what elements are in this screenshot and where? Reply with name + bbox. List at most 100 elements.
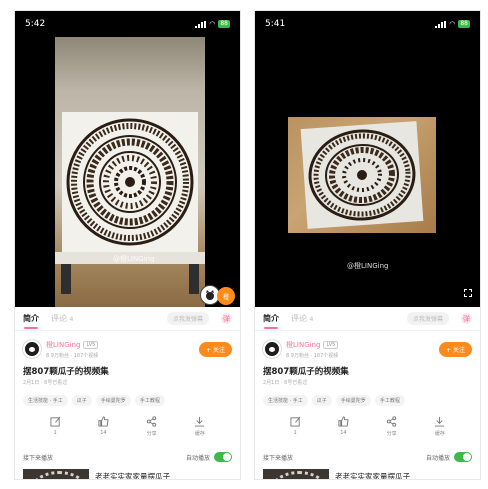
recommended-item[interactable]: 老老实实家家量摆瓜子 (23, 469, 240, 480)
tag-chip[interactable]: 生活技能 · 手工 (23, 395, 68, 406)
uploader-name[interactable]: 橙LINGing (286, 340, 320, 350)
uploader-row: 橙LINGing LV5 8.9万粉丝 · 187个视频 + 关注 (23, 338, 232, 360)
danmaku-input[interactable]: 点我发弹幕 (166, 312, 209, 325)
download-icon (195, 416, 205, 427)
share-edit-button[interactable]: 1 (50, 416, 61, 437)
recommended-thumbnail (263, 469, 329, 479)
tag-chip[interactable]: 手工教程 (134, 395, 165, 406)
signal-icon (195, 20, 207, 28)
detail-tabs: 简介 评论 4 点我发弹幕 弹 (15, 307, 240, 331)
uploader-stats: 8.9万粉丝 · 187个视频 (46, 352, 99, 359)
recommended-title: 老老实实家家量摆瓜子 (95, 472, 170, 480)
video-watermark: @橙LINGing (113, 255, 155, 263)
like-icon (98, 416, 109, 427)
tag-chip[interactable]: 瓜子 (71, 395, 92, 406)
comments-count: 4 (309, 316, 314, 323)
tab-comments[interactable]: 评论 4 (291, 313, 313, 324)
float-badge[interactable]: 橙 (217, 287, 235, 305)
autoplay-control: 自动播放 (426, 452, 472, 462)
avatar[interactable] (23, 340, 41, 358)
action-label: 1 (53, 430, 57, 436)
action-label: 1 (293, 430, 297, 436)
next-up-label: 接下来播放 (263, 454, 294, 462)
uploader-name[interactable]: 橙LINGing (46, 340, 80, 350)
mandala-image (66, 118, 194, 246)
detail-tabs: 简介 评论 4 点我发弹幕 弹 (255, 307, 480, 331)
share-edit-button[interactable]: 1 (290, 416, 301, 437)
fullscreen-icon[interactable] (463, 288, 473, 298)
tag-chip[interactable]: 瓜子 (311, 395, 332, 406)
video-player[interactable]: @橙LINGing 橙 (15, 37, 240, 307)
mandala-drawing (62, 112, 198, 252)
avatar[interactable] (263, 340, 281, 358)
download-button[interactable]: 缓存 (434, 416, 445, 437)
uploader-name-row: 橙LINGing LV5 (46, 340, 194, 350)
video-player[interactable]: @橙LINGing (255, 37, 480, 307)
autoplay-toggle[interactable] (214, 452, 232, 462)
action-label: 分享 (386, 431, 397, 437)
video-meta: 2月1日 · 6号已看过 (263, 380, 308, 386)
battery-icon: 88 (458, 20, 470, 28)
share-button[interactable]: 分享 (386, 416, 397, 437)
tag-chip[interactable]: 手工教程 (374, 395, 405, 406)
share-icon (146, 416, 157, 427)
video-meta: 2月1日 · 6号已看过 (23, 380, 68, 386)
stool-leg (61, 264, 71, 294)
autoplay-toggle[interactable] (454, 452, 472, 462)
uploader-stats: 8.9万粉丝 · 187个视频 (286, 352, 339, 359)
tag-list: 生活技能 · 手工 瓜子 手绘曼陀罗 手工教程 (263, 395, 472, 406)
status-bar: 5:41 ◠ 88 (255, 11, 480, 37)
tab-intro[interactable]: 简介 (263, 313, 279, 329)
danmaku-input[interactable]: 点我发弹幕 (406, 312, 449, 325)
tab-intro[interactable]: 简介 (23, 313, 39, 329)
mandala-image (308, 129, 416, 221)
tag-chip[interactable]: 生活技能 · 手工 (263, 395, 308, 406)
follow-button[interactable]: + 关注 (439, 341, 472, 357)
status-bar: 5:42 ◠ 88 (15, 11, 240, 37)
autoplay-row: 接下来播放 自动播放 (23, 452, 232, 462)
autoplay-label: 自动播放 (425, 454, 450, 462)
action-label: 缓存 (194, 431, 205, 437)
status-time: 5:41 (265, 19, 286, 29)
video-title: 摆807颗瓜子的视频集 (263, 367, 349, 377)
danmaku-toggle-icon[interactable]: 弹 (461, 313, 472, 324)
tab-comments[interactable]: 评论 4 (51, 313, 73, 324)
share-icon (386, 416, 397, 427)
share-button[interactable]: 分享 (146, 416, 157, 437)
stool-leg (189, 264, 199, 294)
uploader-info: 橙LINGing LV5 8.9万粉丝 · 187个视频 (46, 340, 194, 359)
level-badge: LV5 (83, 340, 99, 349)
mandala-drawing (300, 121, 424, 229)
status-icons: ◠ 88 (195, 20, 230, 28)
danmaku-toggle-icon[interactable]: 弹 (221, 313, 232, 324)
tag-chip[interactable]: 手绘曼陀罗 (95, 395, 131, 406)
action-label: 分享 (146, 431, 157, 437)
right-phone-screen: 5:41 ◠ 88 @橙LINGing 简介 评论 4 点我发弹幕 弹 橙LIN… (254, 10, 481, 480)
wifi-icon: ◠ (209, 20, 216, 28)
like-button[interactable]: 14 (338, 416, 349, 437)
recommended-item[interactable]: 老老实实家家量摆瓜子 (263, 469, 480, 479)
signal-icon (435, 20, 447, 28)
like-button[interactable]: 14 (98, 416, 109, 437)
uploader-row: 橙LINGing LV5 8.9万粉丝 · 187个视频 + 关注 (263, 338, 472, 360)
comments-count: 4 (69, 316, 74, 323)
status-icons: ◠ 88 (435, 20, 470, 28)
battery-icon: 88 (218, 20, 230, 28)
autoplay-label: 自动播放 (185, 454, 210, 462)
action-bar: 1 14 分享 缓存 (15, 416, 240, 437)
uploader-name-row: 橙LINGing LV5 (286, 340, 434, 350)
tag-chip[interactable]: 手绘曼陀罗 (335, 395, 371, 406)
status-time: 5:42 (25, 19, 46, 29)
video-title: 摆807颗瓜子的视频集 (23, 367, 109, 377)
level-badge: LV5 (323, 340, 339, 349)
action-label: 缓存 (434, 431, 445, 437)
download-icon (435, 416, 445, 427)
tab-comments-label: 评论 (51, 314, 67, 323)
download-button[interactable]: 缓存 (194, 416, 205, 437)
left-phone-screen: 5:42 ◠ 88 @橙LINGing 橙 简介 评论 4 点我发弹幕 弹 橙L… (14, 10, 241, 480)
video-watermark: @橙LINGing (347, 262, 389, 270)
share-edit-icon (50, 416, 61, 427)
autoplay-row: 接下来播放 自动播放 (263, 452, 472, 462)
like-icon (338, 416, 349, 427)
follow-button[interactable]: + 关注 (199, 341, 232, 357)
